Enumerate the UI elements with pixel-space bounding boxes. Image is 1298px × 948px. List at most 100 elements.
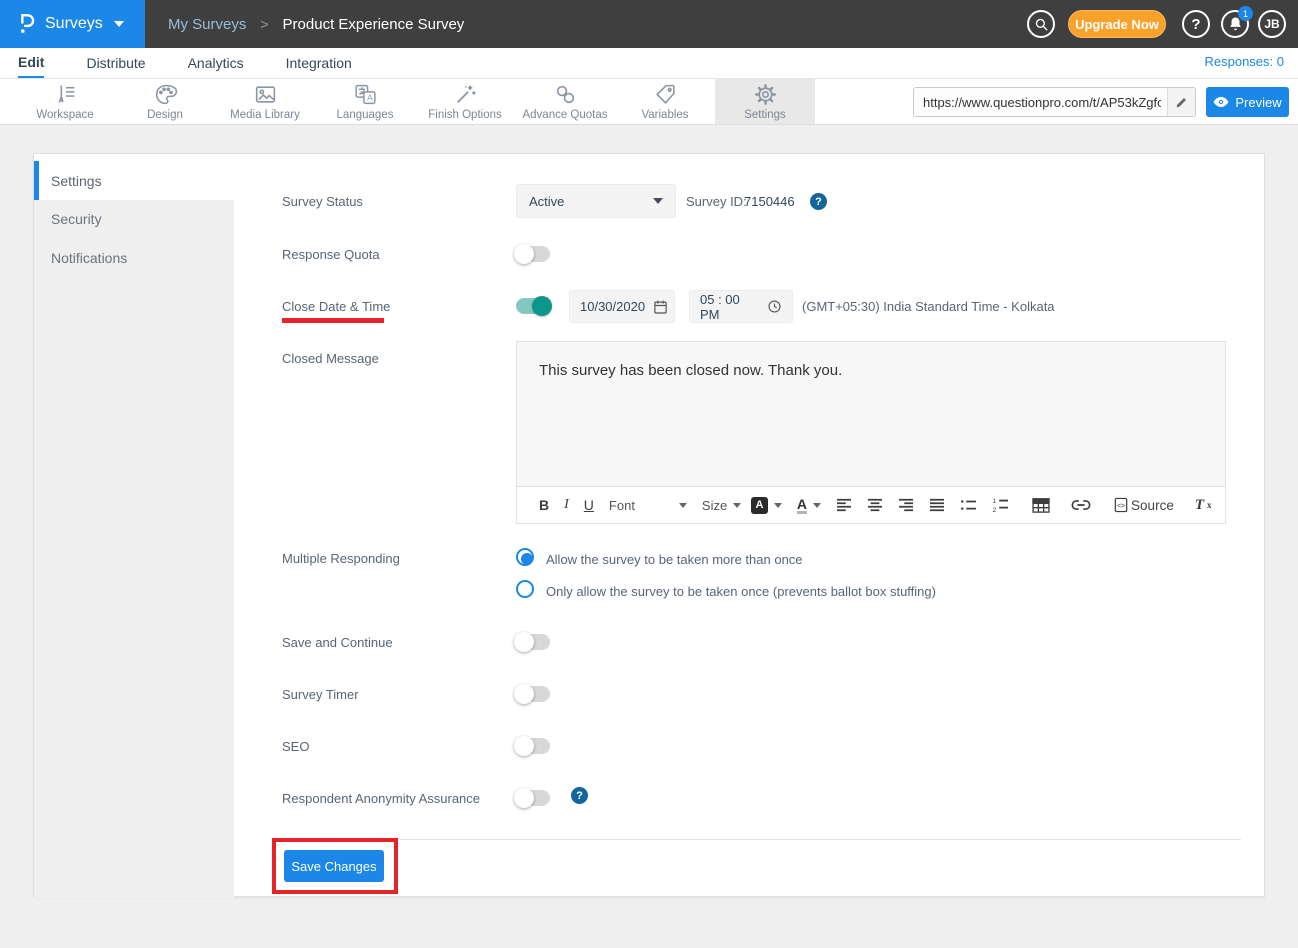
toolbar-item-media-library[interactable]: Media Library bbox=[215, 79, 315, 124]
toolbar-item-variables[interactable]: Variables bbox=[615, 79, 715, 124]
finish-options-wand-icon bbox=[453, 82, 478, 107]
respondent-anonymity-help-icon[interactable]: ? bbox=[571, 787, 588, 804]
italic-button[interactable]: I bbox=[564, 497, 569, 513]
respondent-anonymity-toggle[interactable] bbox=[516, 790, 550, 806]
bold-button[interactable]: B bbox=[539, 497, 549, 513]
languages-icon: A bbox=[353, 82, 378, 107]
align-center-button[interactable] bbox=[867, 498, 883, 512]
multiple-responding-label: Multiple Responding bbox=[282, 551, 400, 566]
advance-quotas-chain-icon bbox=[553, 82, 578, 107]
workspace-icon bbox=[53, 82, 78, 107]
notification-badge: 1 bbox=[1238, 6, 1253, 21]
caret-down-icon bbox=[774, 503, 782, 508]
tab-distribute[interactable]: Distribute bbox=[86, 48, 145, 78]
tab-integration[interactable]: Integration bbox=[286, 48, 352, 78]
link-button[interactable] bbox=[1071, 499, 1091, 511]
avatar[interactable]: JB bbox=[1258, 10, 1286, 38]
languages-a-glyph: A bbox=[367, 92, 373, 102]
survey-url-field bbox=[913, 87, 1196, 117]
justify-button[interactable] bbox=[929, 498, 945, 512]
toolbar-item-languages[interactable]: A Languages bbox=[315, 79, 415, 124]
font-select[interactable]: Font bbox=[609, 498, 687, 513]
breadcrumb-my-surveys[interactable]: My Surveys bbox=[168, 16, 246, 33]
underline-button[interactable]: U bbox=[584, 497, 594, 513]
closed-message-label: Closed Message bbox=[282, 351, 379, 366]
rich-text-toolbar: B I U Font Size A A 12 <> Source Tx bbox=[517, 486, 1225, 523]
toolbar-item-advance-quotas[interactable]: Advance Quotas bbox=[515, 79, 615, 124]
tab-edit[interactable]: Edit bbox=[18, 48, 44, 78]
source-button[interactable]: <> Source bbox=[1114, 497, 1174, 513]
sidebar-item-security[interactable]: Security bbox=[34, 199, 234, 238]
edit-toolbar: Workspace Design Media Library A Lan bbox=[0, 78, 1298, 125]
design-palette-icon bbox=[153, 82, 178, 107]
tab-analytics[interactable]: Analytics bbox=[188, 48, 244, 78]
closed-message-editor: This survey has been closed now. Thank y… bbox=[516, 341, 1226, 524]
respondent-anonymity-label: Respondent Anonymity Assurance bbox=[282, 791, 480, 806]
radio-allow-once[interactable] bbox=[516, 580, 534, 598]
close-date-toggle[interactable] bbox=[516, 298, 550, 314]
notifications-button[interactable]: 1 bbox=[1221, 10, 1249, 38]
seo-label: SEO bbox=[282, 739, 309, 754]
caret-down-icon bbox=[114, 21, 124, 27]
upgrade-now-button[interactable]: Upgrade Now bbox=[1068, 10, 1166, 38]
closed-message-textarea[interactable]: This survey has been closed now. Thank y… bbox=[517, 342, 1225, 486]
sidebar-background bbox=[34, 199, 234, 898]
textcolor-icon: A bbox=[797, 497, 807, 514]
save-and-continue-toggle[interactable] bbox=[516, 634, 550, 650]
surveys-menu[interactable]: Surveys bbox=[0, 0, 145, 48]
toolbar-item-workspace[interactable]: Workspace bbox=[15, 79, 115, 124]
align-right-button[interactable] bbox=[898, 498, 914, 512]
help-icon: ? bbox=[1191, 16, 1200, 33]
edit-url-button[interactable] bbox=[1167, 87, 1195, 117]
section-nav: Edit Distribute Analytics Integration Re… bbox=[0, 48, 1298, 78]
close-date-input[interactable]: 10/30/2020 bbox=[569, 290, 675, 323]
search-button[interactable] bbox=[1027, 10, 1055, 38]
response-quota-toggle[interactable] bbox=[516, 246, 550, 262]
background-color-button[interactable]: A bbox=[751, 497, 782, 514]
calendar-icon bbox=[653, 299, 668, 315]
toolbar-item-finish-options[interactable]: Finish Options bbox=[415, 79, 515, 124]
radio-allow-once-label[interactable]: Only allow the survey to be taken once (… bbox=[546, 584, 936, 599]
survey-timer-toggle[interactable] bbox=[516, 686, 550, 702]
help-button[interactable]: ? bbox=[1182, 10, 1210, 38]
toolbar-item-settings[interactable]: Settings bbox=[715, 79, 815, 124]
align-left-button[interactable] bbox=[836, 498, 852, 512]
caret-down-icon bbox=[679, 503, 687, 508]
survey-id-value: 7150446 bbox=[744, 194, 795, 209]
responses-count: Responses: 0 bbox=[1205, 54, 1285, 69]
caret-down-icon bbox=[733, 503, 741, 508]
survey-id-label: Survey ID: bbox=[686, 194, 747, 209]
product-name: Surveys bbox=[45, 15, 103, 33]
questionpro-logo-icon bbox=[16, 12, 36, 36]
settings-gear-icon bbox=[753, 82, 778, 107]
settings-panel: Settings Security Notifications Survey S… bbox=[33, 153, 1265, 897]
toolbar-item-design[interactable]: Design bbox=[115, 79, 215, 124]
survey-id-help-icon[interactable]: ? bbox=[810, 193, 827, 210]
text-color-button[interactable]: A bbox=[797, 497, 821, 514]
breadcrumb-separator: > bbox=[260, 16, 268, 32]
response-quota-label: Response Quota bbox=[282, 247, 380, 262]
save-changes-button[interactable]: Save Changes bbox=[284, 850, 384, 882]
close-date-annotation-underline bbox=[282, 318, 384, 323]
size-select[interactable]: Size bbox=[702, 498, 736, 513]
sidebar-item-settings[interactable]: Settings bbox=[34, 161, 234, 200]
eye-icon bbox=[1213, 96, 1229, 108]
table-button[interactable] bbox=[1032, 498, 1050, 513]
preview-button[interactable]: Preview bbox=[1206, 87, 1289, 117]
bullet-list-button[interactable] bbox=[960, 498, 977, 513]
numbered-list-button[interactable]: 12 bbox=[992, 497, 1009, 513]
remove-format-button[interactable]: Tx bbox=[1195, 497, 1212, 514]
breadcrumb: My Surveys > Product Experience Survey bbox=[168, 0, 464, 48]
survey-status-select[interactable]: Active bbox=[516, 184, 676, 218]
top-header: Surveys My Surveys > Product Experience … bbox=[0, 0, 1298, 48]
seo-toggle[interactable] bbox=[516, 738, 550, 754]
radio-allow-multiple-label[interactable]: Allow the survey to be taken more than o… bbox=[546, 552, 803, 567]
close-time-input[interactable]: 05 : 00 PM bbox=[689, 290, 793, 323]
page-title: Product Experience Survey bbox=[283, 16, 465, 33]
radio-allow-multiple[interactable] bbox=[516, 548, 534, 566]
code-brackets-glyph: <> bbox=[1117, 503, 1125, 510]
survey-timer-label: Survey Timer bbox=[282, 687, 359, 702]
svg-text:1: 1 bbox=[993, 498, 997, 505]
sidebar-item-notifications[interactable]: Notifications bbox=[34, 238, 234, 277]
survey-url-input[interactable] bbox=[914, 95, 1167, 110]
